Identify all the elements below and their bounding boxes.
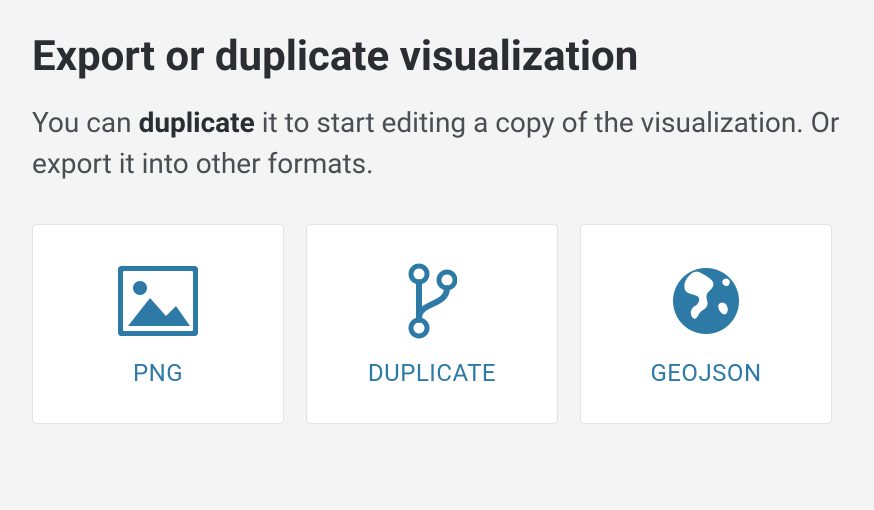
description-bold: duplicate <box>139 106 255 139</box>
page-title: Export or duplicate visualization <box>32 32 842 81</box>
branch-icon <box>407 261 457 341</box>
description-text: You can duplicate it to start editing a … <box>32 103 842 184</box>
duplicate-label: DUPLICATE <box>368 359 496 387</box>
export-options: PNG DUPLICATE GEOJSON <box>32 224 842 424</box>
export-png-label: PNG <box>133 359 183 387</box>
duplicate-card[interactable]: DUPLICATE <box>306 224 558 424</box>
export-png-card[interactable]: PNG <box>32 224 284 424</box>
export-geojson-card[interactable]: GEOJSON <box>580 224 832 424</box>
globe-icon <box>671 261 741 341</box>
description-pre: You can <box>32 106 139 139</box>
image-icon <box>118 261 198 341</box>
export-geojson-label: GEOJSON <box>650 359 761 387</box>
